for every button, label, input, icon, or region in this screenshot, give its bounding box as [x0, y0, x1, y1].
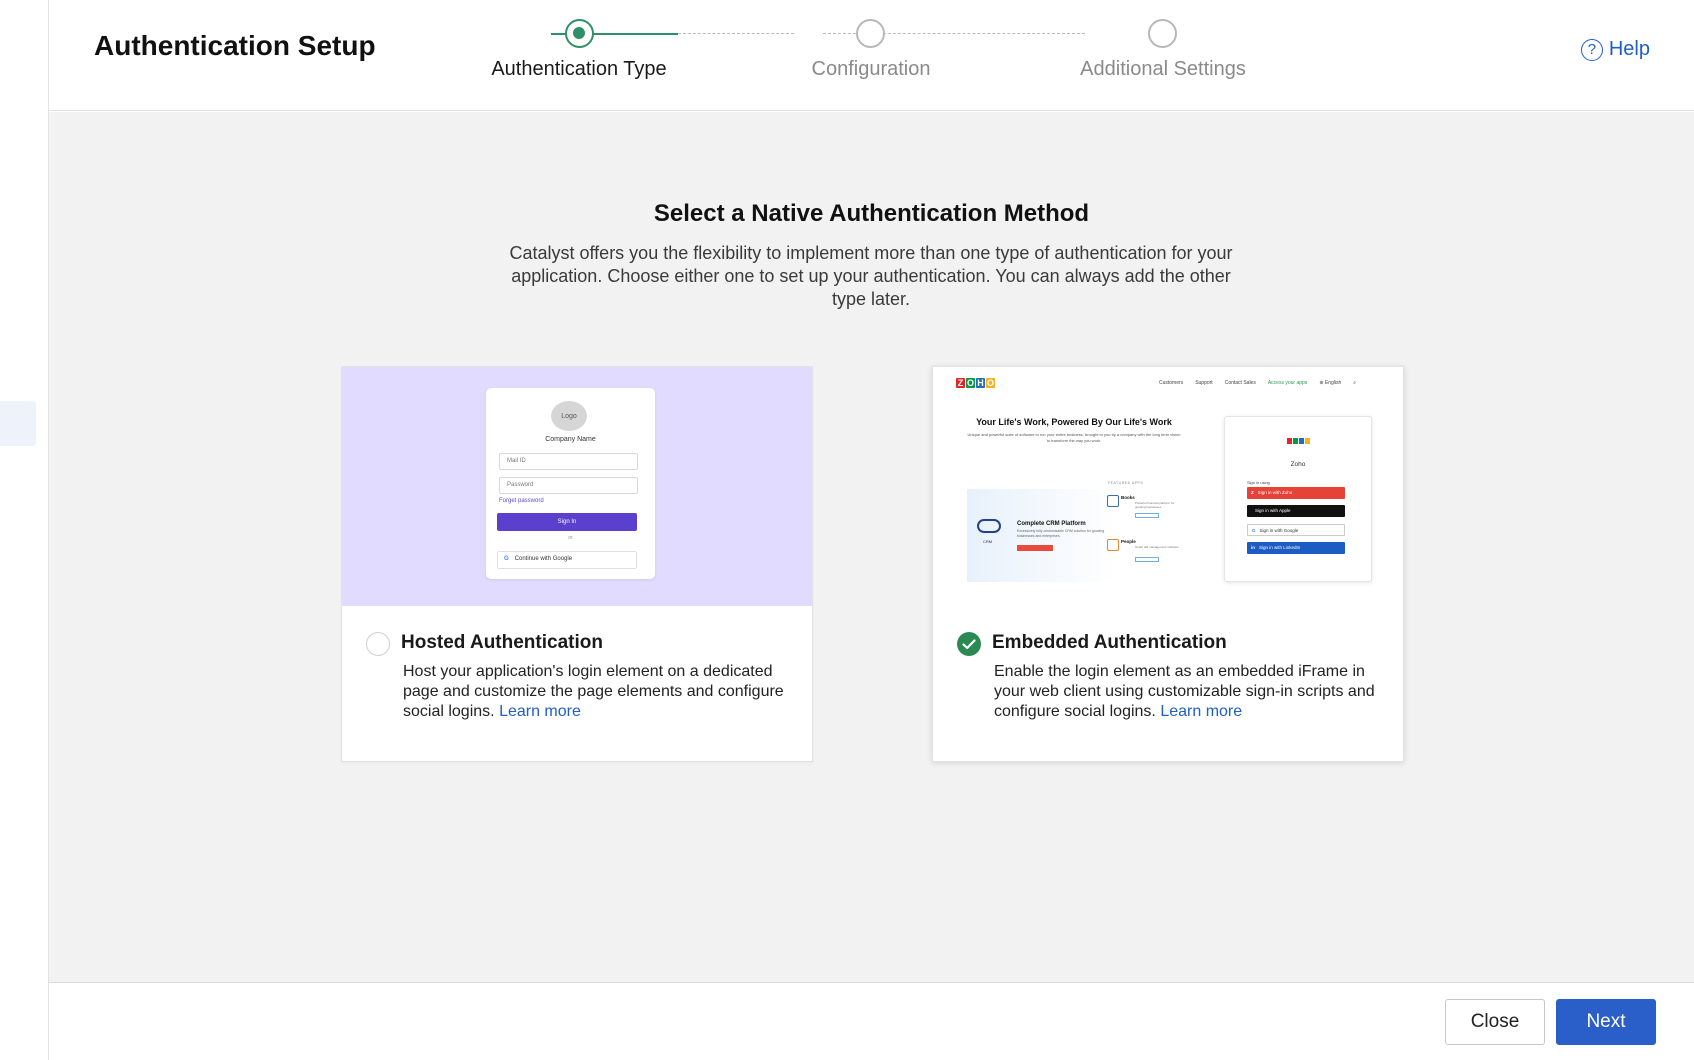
zoho-mini-logo: [1287, 438, 1310, 444]
mock-signin-zoho: Z Sign in with Zoho: [1247, 487, 1345, 499]
checkmark-icon: [962, 638, 976, 649]
mock-forgot-link: Forget password: [499, 498, 544, 504]
linkedin-icon: in: [1251, 545, 1255, 550]
panel-signin-using: Sign in using: [1247, 480, 1270, 485]
embedded-preview-image: Z O H O Customers Support Contact Sales …: [933, 367, 1403, 606]
crm-text: Excessively fully customizable CRM solut…: [1017, 529, 1105, 538]
mock-app-people-text: Smart HR management software: [1135, 545, 1179, 549]
mock-nav-item: Access your apps: [1267, 380, 1308, 386]
header: Authentication Setup Authentication Type…: [49, 0, 1694, 111]
mock-nav-item: Contact Sales: [1224, 380, 1256, 386]
hosted-authentication-card[interactable]: Logo Company Name Mail ID Password Forge…: [341, 366, 813, 762]
mock-signin-button: Sign In: [497, 513, 637, 531]
help-label: Help: [1608, 38, 1650, 60]
hosted-description-text: Host your application's login element on…: [403, 663, 784, 720]
mock-company-name: Company Name: [545, 436, 596, 443]
step-dot-additional-settings: [1148, 19, 1177, 48]
mock-google-label: Continue with Google: [514, 556, 573, 562]
crm-title: Complete CRM Platform: [1017, 521, 1086, 527]
section-description: Catalyst offers you the flexibility to i…: [509, 243, 1233, 309]
rail-active-item[interactable]: [0, 401, 36, 446]
mock-signin-linkedin-label: Sign in with LinkedIn: [1259, 545, 1301, 550]
hosted-radio[interactable]: [366, 632, 390, 656]
mock-signin-apple-label: Sign in with Apple: [1255, 508, 1291, 513]
mock-app-books-button: [1135, 513, 1159, 518]
stepper: Authentication Type Configuration Additi…: [49, 0, 1694, 111]
mock-app-people: People: [1121, 539, 1136, 544]
step-label-additional-settings: Additional Settings: [1080, 58, 1246, 80]
embedded-authentication-card[interactable]: Z O H O Customers Support Contact Sales …: [932, 366, 1404, 762]
footer: Close Next: [49, 982, 1694, 1060]
mock-google-button: G Continue with Google: [497, 551, 637, 569]
crm-icon: [977, 519, 1001, 533]
mock-nav-item: ⊕ English: [1319, 380, 1342, 386]
section-title: Select a Native Authentication Method: [653, 200, 1090, 227]
mock-signin-linkedin: in Sign in with LinkedIn: [1247, 542, 1345, 554]
mock-nav-item: Support: [1195, 380, 1213, 386]
zoho-logo-letter: Z: [956, 378, 965, 388]
mock-login-box: Logo Company Name Mail ID Password Forge…: [486, 388, 655, 579]
mock-password-input: Password: [499, 477, 638, 494]
help-icon: ?: [1580, 38, 1603, 61]
hosted-preview-image: Logo Company Name Mail ID Password Forge…: [342, 367, 812, 606]
main-content: Select a Native Authentication Method Ca…: [49, 112, 1694, 982]
mock-search-icon: ⌕: [1353, 380, 1357, 386]
left-rail: [0, 0, 49, 1060]
crm-label: CRM: [983, 539, 993, 544]
mock-hero-subtitle: Unique and powerful suite of software to…: [967, 432, 1181, 443]
zoho-logo: Z O H O: [956, 378, 995, 388]
mock-nav: Customers Support Contact Sales Access y…: [1159, 380, 1356, 386]
close-button[interactable]: Close: [1445, 999, 1545, 1045]
step-dot-configuration: [856, 19, 885, 48]
mock-mail-input: Mail ID: [499, 453, 638, 470]
mock-app-books: Books: [1121, 495, 1135, 500]
mock-app-people-button: [1135, 557, 1159, 562]
zoho-logo-letter: O: [986, 378, 995, 388]
next-button[interactable]: Next: [1556, 999, 1656, 1045]
embedded-radio-checked[interactable]: [957, 632, 981, 656]
embedded-learn-more-link[interactable]: Learn more: [1160, 703, 1242, 720]
mock-signin-google-label: Sign in with Google: [1259, 528, 1299, 533]
mock-signin-panel: Zoho Sign in using Z Sign in with Zoho Si…: [1224, 416, 1372, 582]
step-label-authentication-type: Authentication Type: [491, 58, 667, 80]
mock-signin-google: G Sign in with Google: [1247, 524, 1345, 536]
hosted-learn-more-link[interactable]: Learn more: [499, 703, 581, 720]
step-dot-authentication-type: [565, 19, 594, 48]
zoho-logo-letter: O: [966, 378, 975, 388]
books-icon: [1107, 495, 1119, 507]
embedded-title: Embedded Authentication: [992, 632, 1227, 653]
mock-signin-apple: Sign in with Apple: [1247, 505, 1345, 517]
people-icon: [1107, 539, 1119, 551]
zoho-logo-letter: H: [976, 378, 985, 388]
step-label-configuration: Configuration: [811, 58, 931, 80]
google-icon: G: [1252, 528, 1256, 533]
embedded-description: Enable the login element as an embedded …: [994, 662, 1384, 722]
zoho-icon: Z: [1251, 490, 1254, 495]
mock-hero-title: Your Life's Work, Powered By Our Life's …: [976, 417, 1172, 427]
crm-button: [1017, 545, 1053, 551]
mock-nav-item: Customers: [1159, 380, 1184, 386]
mock-or: or: [568, 535, 573, 541]
mock-crm-banner: CRM Complete CRM Platform Excessively fu…: [967, 489, 1115, 582]
mock-signin-zoho-label: Sign in with Zoho: [1257, 490, 1293, 495]
step-connector-pending: [678, 33, 794, 34]
mock-logo: Logo: [551, 401, 587, 431]
hosted-description: Host your application's login element on…: [403, 662, 793, 722]
hosted-title: Hosted Authentication: [401, 632, 603, 653]
mock-featured-label: FEATURED APPS: [1108, 481, 1144, 485]
google-icon: G: [504, 556, 509, 562]
mock-app-books-text: Powerful financial platform for growing …: [1135, 501, 1175, 509]
panel-title: Zoho: [1290, 461, 1306, 468]
help-link[interactable]: ? Help: [1580, 38, 1650, 61]
